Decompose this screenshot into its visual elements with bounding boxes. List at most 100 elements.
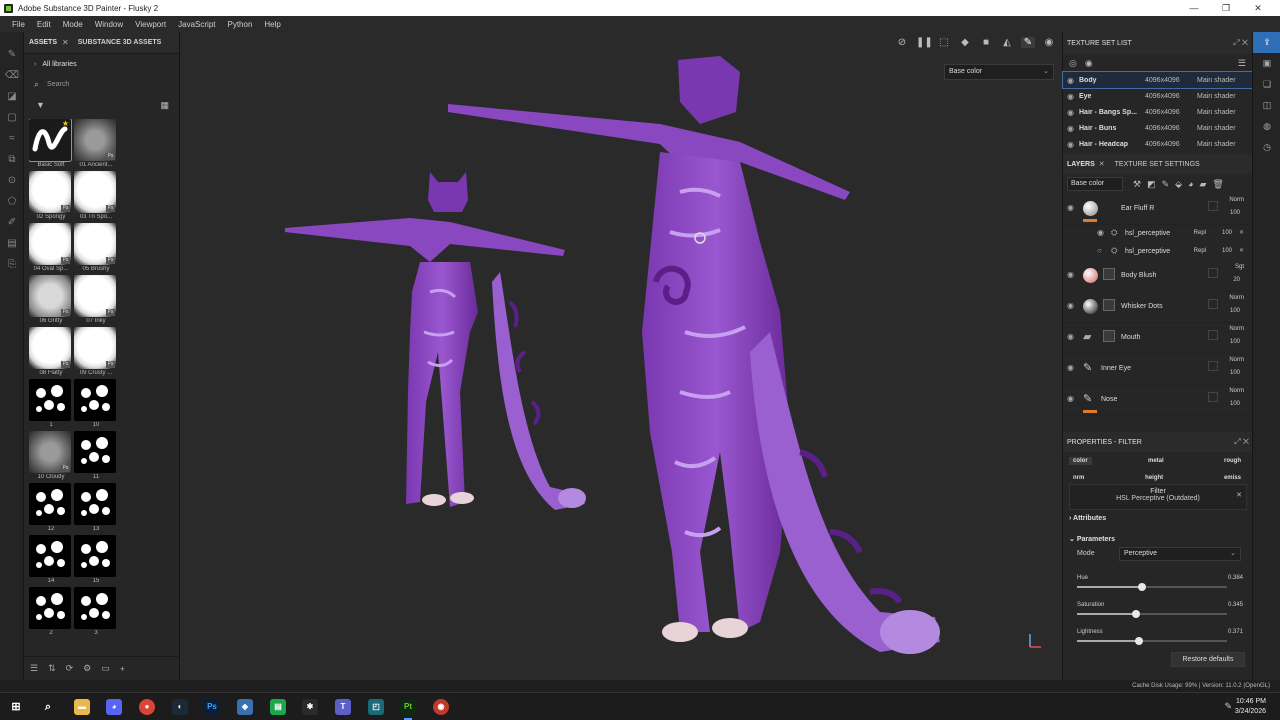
menu-mode[interactable]: Mode <box>63 20 83 29</box>
texture-set-shader[interactable]: Main shader <box>1197 125 1236 132</box>
grid-view-icon[interactable]: ▦ <box>160 100 169 111</box>
slider-knob[interactable] <box>1134 637 1143 645</box>
eye-icon[interactable]: ◉ <box>1097 228 1104 237</box>
filter-icon[interactable]: ▼ <box>36 100 45 110</box>
texture-set-shader[interactable]: Main shader <box>1197 93 1236 100</box>
blend-mode[interactable]: Repl <box>1194 248 1206 254</box>
screen-capture-icon[interactable]: ◰ <box>368 699 384 715</box>
system-clock[interactable]: 10:46 PM 3/24/2026 <box>1235 697 1266 717</box>
attributes-section[interactable]: › Attributes <box>1069 515 1106 522</box>
polyfill-icon[interactable]: ⬠ <box>0 191 24 212</box>
pause-icon[interactable]: ❚❚ <box>916 37 933 48</box>
add-fill-layer-icon[interactable]: ⬙ <box>1175 179 1182 190</box>
channel-color-toggle[interactable]: color <box>1069 456 1092 465</box>
panel-controls-icon[interactable]: ⤢ ✕ <box>1233 38 1248 48</box>
texture-set-row[interactable]: ◉ Body 4096x4096 Main shader <box>1062 71 1253 89</box>
close-icon[interactable]: ✕ <box>62 38 69 47</box>
slider-track[interactable] <box>1077 610 1227 618</box>
maximize-button[interactable]: ❐ <box>1210 0 1242 16</box>
file-explorer-icon[interactable]: ▬ <box>74 699 90 715</box>
visibility-icon[interactable]: ◎ <box>1069 58 1077 69</box>
menu-viewport[interactable]: Viewport <box>135 20 166 29</box>
eye-icon[interactable]: ◉ <box>1067 394 1074 403</box>
layers-icon[interactable]: ❏ <box>1253 74 1280 95</box>
menu-icon[interactable]: ☰ <box>1238 58 1246 69</box>
list-icon[interactable]: ☰ <box>30 663 38 674</box>
channel-rough-toggle[interactable]: rough <box>1220 457 1245 465</box>
material-picker-icon[interactable]: ✐ <box>0 212 24 233</box>
delete-icon[interactable]: 🗑 <box>1212 179 1223 190</box>
chrome-icon[interactable]: ● <box>139 699 155 715</box>
panel-controls-icon[interactable]: ⤢ ✕ <box>1234 437 1249 447</box>
pen-tray-icon[interactable]: ✎ <box>1224 701 1232 712</box>
export-icon[interactable]: ⎘ <box>0 254 24 275</box>
settings-icon[interactable]: ⚙ <box>83 663 91 674</box>
shader-icon[interactable]: ◍ <box>1253 116 1280 137</box>
parameters-section[interactable]: ⌄ Parameters <box>1069 535 1115 543</box>
opacity-value[interactable]: 100 <box>1230 210 1240 216</box>
add-mask-icon[interactable]: ◩ <box>1147 179 1156 190</box>
blend-mode[interactable]: Sgt <box>1235 264 1244 270</box>
mode-select[interactable]: Perceptive ⌄ <box>1119 547 1241 561</box>
eye-off-icon[interactable]: ○ <box>1097 246 1102 255</box>
history-icon[interactable]: ◷ <box>1253 137 1280 158</box>
brush-tile[interactable]: Ps 05 Brushy <box>74 223 118 275</box>
minimize-button[interactable]: — <box>1178 0 1210 16</box>
layer-effect-row[interactable]: ◉ ⛭ hsl_perceptive Repl 100 ✕ <box>1063 225 1252 243</box>
brush-tile[interactable]: Ps 08 Flatty <box>29 327 73 379</box>
eye-icon[interactable]: ◉ <box>1067 124 1079 133</box>
slack-icon[interactable]: ✱ <box>302 699 318 715</box>
blend-mode[interactable]: Norm <box>1229 357 1244 363</box>
menu-edit[interactable]: Edit <box>37 20 51 29</box>
slider-track[interactable] <box>1077 637 1227 645</box>
opacity-value[interactable]: 100 <box>1230 339 1240 345</box>
brush-tile[interactable]: Ps 10 Cloudy <box>29 431 73 483</box>
slider-knob[interactable] <box>1131 610 1140 618</box>
layer-select-box[interactable] <box>1208 361 1218 371</box>
library-selector[interactable]: › All libraries <box>24 54 179 74</box>
tab-layers[interactable]: LAYERS <box>1067 161 1095 168</box>
opacity-value[interactable]: 100 <box>1230 308 1240 314</box>
layer-row[interactable]: ◉ ✎ Inner Eye Norm 100 <box>1063 354 1252 385</box>
layer-channel-combo[interactable]: Base color <box>1067 177 1123 191</box>
frame-icon[interactable]: ⬚ <box>937 37 951 48</box>
eye-icon[interactable]: ◉ <box>1067 301 1074 310</box>
slider-track[interactable] <box>1077 583 1227 591</box>
tab-assets[interactable]: ASSETS <box>24 39 62 46</box>
texture-set-row[interactable]: ◉ Hair - Bangs Sp... 4096x4096 Main shader <box>1063 104 1252 120</box>
opacity-value[interactable]: 100 <box>1230 401 1240 407</box>
brush-tile[interactable]: Ps 03 Tri Spo... <box>74 171 118 223</box>
eye-icon[interactable]: ◉ <box>1067 92 1079 101</box>
slider-knob[interactable] <box>1137 583 1146 591</box>
search-row[interactable]: ⌕ Search <box>24 74 179 94</box>
eraser-icon[interactable]: ⌫ <box>0 65 24 86</box>
parameter-value[interactable]: 0.345 <box>1228 602 1243 608</box>
brush-tile[interactable]: 13 <box>74 483 118 535</box>
layer-select-box[interactable] <box>1208 201 1218 211</box>
blend-mode[interactable]: Norm <box>1229 295 1244 301</box>
render-icon[interactable]: ◭ <box>1000 37 1014 48</box>
display-mode-icon[interactable]: ◆ <box>958 37 972 48</box>
add-paint-layer-icon[interactable]: ✎ <box>1162 179 1170 190</box>
texture-set-shader[interactable]: Main shader <box>1197 141 1236 148</box>
channel-emiss-toggle[interactable]: emiss <box>1220 474 1245 482</box>
close-icon[interactable]: ✕ <box>1239 229 1244 236</box>
eye-icon[interactable]: ◉ <box>1067 203 1074 212</box>
restore-defaults-button[interactable]: Restore defaults <box>1171 652 1245 667</box>
blend-mode[interactable]: Repl <box>1194 230 1206 236</box>
eye-icon[interactable]: ◉ <box>1067 332 1074 341</box>
screenshot-icon[interactable]: ◉ <box>1042 37 1056 48</box>
hide-icon[interactable]: ⊘ <box>895 37 909 48</box>
blend-mode[interactable]: Norm <box>1229 197 1244 203</box>
add-effect-icon[interactable]: ⚒ <box>1133 179 1141 190</box>
new-folder-icon[interactable]: ▭ <box>101 663 110 674</box>
recording-icon[interactable]: ◉ <box>433 699 449 715</box>
layer-effect-row[interactable]: ○ ⛭ hsl_perceptive Repl 100 ✕ <box>1063 243 1252 261</box>
teams-icon[interactable]: T <box>335 699 351 715</box>
layer-select-box[interactable] <box>1208 330 1218 340</box>
remove-filter-icon[interactable]: ✕ <box>1236 491 1242 499</box>
picker-icon[interactable]: ⊙ <box>0 170 24 191</box>
windows-start-icon[interactable]: ⊞ <box>8 699 24 715</box>
brush-tile[interactable]: 2 <box>29 587 73 639</box>
eye-icon[interactable]: ◉ <box>1067 363 1074 372</box>
